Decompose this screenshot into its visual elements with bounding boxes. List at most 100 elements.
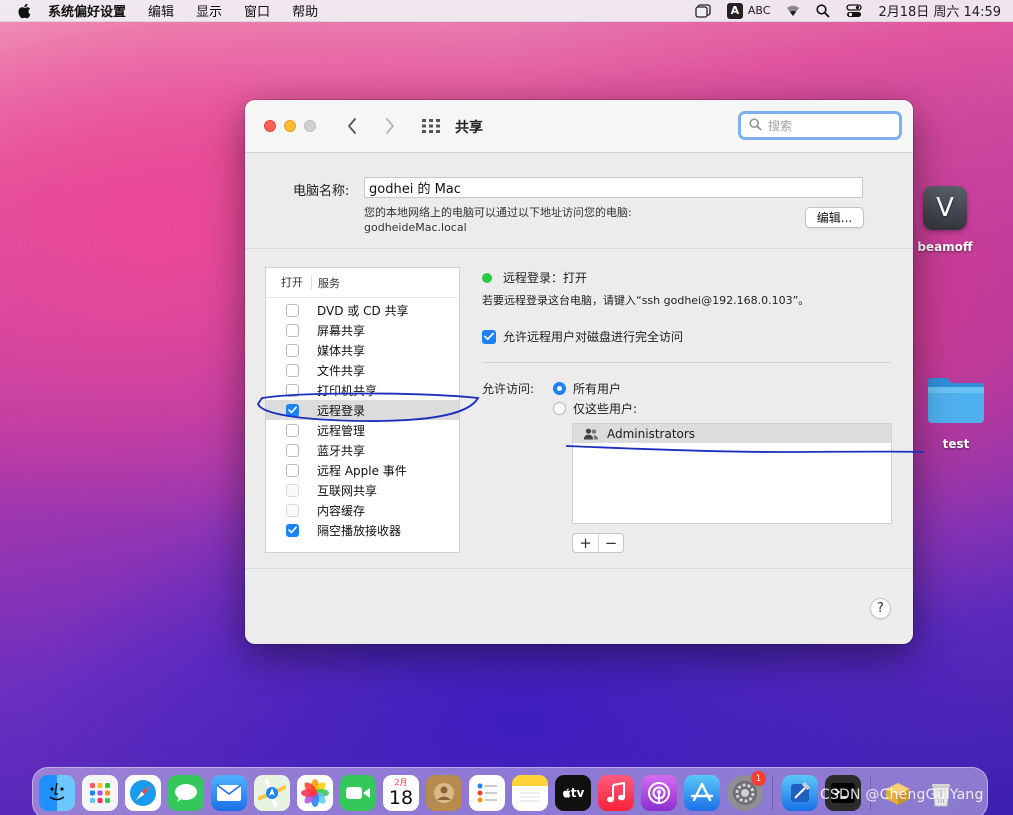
dock-finder[interactable] — [39, 775, 75, 811]
service-checkbox[interactable] — [286, 323, 299, 337]
menu-view[interactable]: 显示 — [196, 1, 222, 20]
service-checkbox[interactable] — [286, 463, 299, 477]
close-window-button[interactable] — [264, 120, 276, 132]
service-row[interactable]: 远程管理 — [266, 420, 459, 440]
radio-all-users-button[interactable] — [553, 382, 566, 395]
search-field[interactable] — [738, 111, 902, 140]
edit-hostname-button[interactable]: 编辑... — [805, 207, 864, 228]
tv-label: tv — [570, 786, 585, 800]
menu-help[interactable]: 帮助 — [292, 1, 318, 20]
service-checkbox[interactable] — [286, 403, 299, 417]
service-list: 打开 服务 DVD 或 CD 共享 屏幕共享媒体共享文件共享打印机共享远程登录远程… — [265, 267, 460, 553]
calendar-day: 18 — [388, 786, 414, 809]
dock-mail[interactable] — [211, 775, 247, 811]
service-checkbox[interactable] — [286, 523, 299, 537]
safari-compass-icon — [130, 780, 156, 806]
window-title: 共享 — [455, 120, 483, 136]
service-row[interactable]: 隔空播放接收器 — [266, 520, 459, 540]
service-checkbox[interactable] — [286, 443, 299, 457]
menu-window[interactable]: 窗口 — [244, 1, 270, 20]
minimize-window-button[interactable] — [284, 120, 296, 132]
full-disk-access-option[interactable]: 允许远程用户对磁盘进行完全访问 — [482, 328, 683, 345]
notification-badge: 1 — [751, 771, 766, 786]
service-row[interactable]: 打印机共享 — [266, 380, 459, 400]
radio-all-users[interactable]: 所有用户 — [553, 380, 621, 397]
service-checkbox[interactable] — [286, 343, 299, 357]
dock-maps[interactable] — [254, 775, 290, 811]
finder-icon — [49, 782, 65, 801]
ssh-instructions: 若要远程登录这台电脑，请键入“ssh godhei@192.168.0.103”… — [482, 294, 810, 307]
zoom-window-button[interactable] — [304, 120, 316, 132]
service-row[interactable]: 内容缓存 — [266, 500, 459, 520]
desktop-app-beamoff[interactable]: V beamoff — [915, 186, 975, 254]
window-toolbar: 共享 — [245, 100, 913, 153]
dock-photos[interactable] — [297, 775, 333, 811]
dock-system-preferences[interactable]: 1 — [727, 771, 766, 811]
dock-launchpad[interactable] — [82, 775, 118, 811]
dock-safari[interactable] — [125, 775, 161, 811]
service-row[interactable]: 蓝牙共享 — [266, 440, 459, 460]
computer-name-input[interactable] — [364, 177, 863, 198]
service-name: 互联网共享 — [317, 483, 378, 498]
desktop-folder-test[interactable]: test — [922, 375, 990, 451]
traffic-lights — [264, 120, 316, 132]
service-checkbox[interactable] — [286, 303, 299, 317]
music-note-icon — [607, 782, 625, 803]
dock-reminders[interactable] — [469, 775, 505, 811]
remove-user-button[interactable]: − — [598, 534, 623, 552]
menu-app-name[interactable]: 系统偏好设置 — [48, 1, 126, 20]
dock-music[interactable] — [598, 775, 634, 811]
show-all-grid-icon[interactable] — [421, 118, 441, 134]
service-checkbox[interactable] — [286, 383, 299, 397]
service-row[interactable]: 远程 Apple 事件 — [266, 460, 459, 480]
dock-podcasts[interactable] — [641, 775, 677, 811]
search-input[interactable] — [768, 118, 888, 133]
spotlight-search-icon[interactable] — [816, 3, 831, 18]
control-center-icon[interactable] — [846, 3, 863, 18]
radio-only-these-users[interactable]: 仅这些用户: — [553, 400, 637, 417]
service-rows: DVD 或 CD 共享 屏幕共享媒体共享文件共享打印机共享远程登录远程管理 蓝牙共享… — [266, 300, 459, 540]
service-name: 远程登录 — [317, 403, 366, 418]
sharing-preferences-window: 共享 电脑名称: 您的本地网络上的电脑可以通过以下地址访问您的电脑: godhe… — [245, 100, 913, 644]
dock-notes[interactable] — [512, 775, 548, 811]
dock-contacts[interactable] — [426, 775, 462, 811]
user-row[interactable]: Administrators — [573, 424, 891, 443]
computer-name-section: 电脑名称: 您的本地网络上的电脑可以通过以下地址访问您的电脑: godheide… — [245, 153, 913, 249]
service-row[interactable]: 媒体共享 — [266, 340, 459, 360]
allow-access-label: 允许访问: — [482, 382, 535, 396]
column-header-on[interactable]: 打开 — [266, 275, 312, 290]
help-button[interactable]: ? — [870, 598, 891, 619]
stage-manager-icon[interactable] — [695, 3, 711, 18]
menu-datetime[interactable]: 2月18日 周六 14:59 — [878, 1, 1001, 20]
column-header-service[interactable]: 服务 — [312, 275, 340, 291]
radio-only-users-label: 仅这些用户: — [573, 402, 638, 416]
service-row[interactable]: 远程登录 — [266, 400, 459, 420]
input-source-indicator[interactable]: A ABC — [726, 2, 770, 19]
service-name: 媒体共享 — [317, 343, 366, 358]
service-row[interactable]: 屏幕共享 — [266, 320, 459, 340]
menu-edit[interactable]: 编辑 — [148, 1, 174, 20]
service-row[interactable]: 文件共享 — [266, 360, 459, 380]
service-row[interactable]: 互联网共享 — [266, 480, 459, 500]
local-address-description: 您的本地网络上的电脑可以通过以下地址访问您的电脑: godheideMac.lo… — [364, 205, 632, 235]
wifi-icon[interactable] — [786, 5, 800, 17]
dock-xcode[interactable] — [782, 775, 818, 811]
service-name: 打印机共享 — [317, 383, 378, 398]
dock-facetime[interactable] — [340, 775, 376, 811]
full-disk-access-checkbox[interactable] — [482, 329, 496, 344]
dock-app-store[interactable] — [684, 775, 720, 811]
apple-menu-icon[interactable] — [14, 3, 34, 19]
radio-only-users-button[interactable] — [553, 402, 566, 415]
dock-calendar[interactable]: 2月 18 — [383, 775, 419, 811]
service-row[interactable]: DVD 或 CD 共享 — [266, 300, 459, 320]
local-hostname: godheideMac.local — [364, 221, 467, 234]
dock-messages[interactable] — [168, 775, 204, 811]
dock-apple-tv[interactable]: tv — [555, 775, 591, 811]
xcode-hammer-icon — [791, 782, 810, 802]
service-checkbox[interactable] — [286, 363, 299, 377]
add-user-button[interactable]: + — [573, 534, 598, 552]
desktop-icon-label: test — [942, 437, 970, 451]
back-chevron-icon[interactable] — [345, 116, 359, 136]
service-checkbox[interactable] — [286, 423, 299, 437]
forward-chevron-icon[interactable] — [383, 116, 397, 136]
